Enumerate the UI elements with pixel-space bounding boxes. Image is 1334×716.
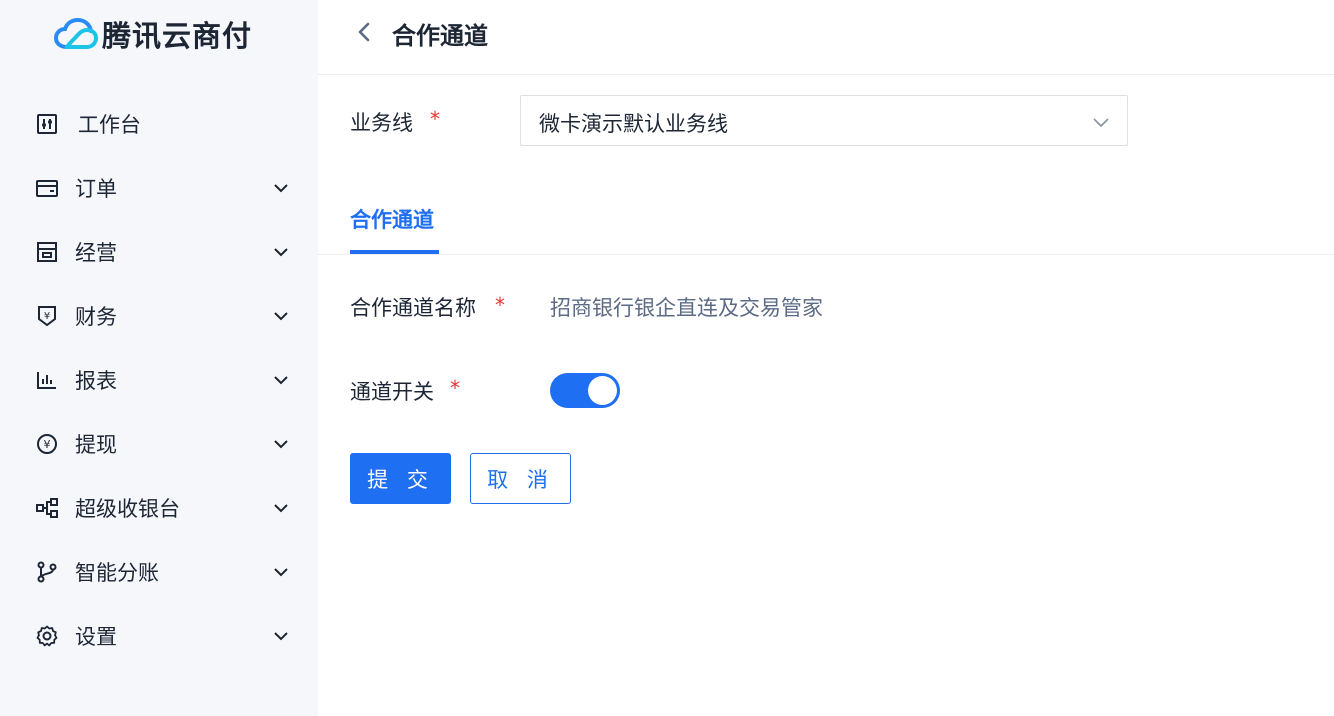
sidebar-item-operations[interactable]: 经营: [0, 228, 318, 276]
yuan-shield-icon: ¥: [36, 305, 58, 327]
sidebar-item-label: 工作台: [78, 113, 141, 137]
chevron-down-icon: [274, 312, 288, 321]
required-mark: *: [495, 293, 505, 317]
required-mark: *: [430, 107, 440, 131]
main-content: 合作通道 业务线 * 微卡演示默认业务线 合作通道 合作通道名称 * 招商银行银…: [318, 0, 1334, 716]
git-branch-icon: [36, 561, 58, 583]
node-graph-icon: [36, 497, 58, 519]
sidebar-item-label: 报表: [75, 369, 117, 393]
chevron-down-icon: [274, 184, 288, 193]
brand-logo[interactable]: 腾讯云商付: [54, 14, 252, 54]
channel-name-value: 招商银行银企直连及交易管家: [550, 296, 823, 320]
sidebar-item-label: 提现: [75, 433, 117, 457]
store-icon: [36, 241, 58, 263]
submit-button[interactable]: 提 交: [350, 453, 451, 504]
chevron-down-icon: [274, 376, 288, 385]
chevron-down-icon: [274, 504, 288, 513]
tab-bar: 合作通道: [318, 190, 1334, 255]
sidebar: 腾讯云商付 工作台 订单 经营 ¥ 财务 报表 ¥ 提现 超级收银台 智能分账 …: [0, 0, 318, 716]
sidebar-item-label: 经营: [75, 241, 117, 265]
sidebar-item-reports[interactable]: 报表: [0, 356, 318, 404]
tab-partner-channel[interactable]: 合作通道: [350, 204, 434, 234]
channel-switch-label: 通道开关: [350, 380, 434, 404]
chevron-down-icon: [274, 440, 288, 449]
svg-text:¥: ¥: [44, 438, 51, 451]
chevron-left-icon[interactable]: [352, 19, 378, 45]
sidebar-item-label: 设置: [75, 625, 117, 649]
cancel-button[interactable]: 取 消: [470, 453, 571, 504]
dashboard-icon: [36, 113, 58, 135]
business-line-label: 业务线: [350, 111, 413, 135]
tab-active-indicator: [350, 250, 439, 254]
sidebar-item-label: 财务: [75, 305, 117, 329]
sidebar-item-label: 智能分账: [75, 561, 159, 585]
brand-name: 腾讯云商付: [102, 19, 253, 53]
cloud-logo-icon: [54, 17, 98, 49]
sidebar-item-finance[interactable]: ¥ 财务: [0, 292, 318, 340]
required-mark: *: [450, 376, 460, 400]
page-header: 合作通道: [318, 0, 1334, 75]
sidebar-item-withdraw[interactable]: ¥ 提现: [0, 420, 318, 468]
wallet-card-icon: [36, 177, 58, 199]
svg-text:¥: ¥: [44, 311, 50, 322]
sidebar-item-orders[interactable]: 订单: [0, 164, 318, 212]
sidebar-item-label: 超级收银台: [75, 497, 180, 521]
yuan-circle-icon: ¥: [36, 433, 58, 455]
bar-chart-icon: [36, 369, 58, 391]
chevron-down-icon: [274, 632, 288, 641]
gear-icon: [36, 625, 58, 647]
sidebar-item-settings[interactable]: 设置: [0, 612, 318, 660]
sidebar-item-super-cashier[interactable]: 超级收银台: [0, 484, 318, 532]
page-title: 合作通道: [392, 22, 488, 50]
chevron-down-icon: [274, 248, 288, 257]
business-line-select[interactable]: 微卡演示默认业务线: [520, 95, 1128, 146]
sidebar-item-label: 订单: [75, 177, 117, 201]
chevron-down-icon: [1093, 118, 1109, 128]
channel-name-label: 合作通道名称: [350, 296, 476, 320]
sidebar-item-dashboard[interactable]: 工作台: [0, 100, 318, 148]
switch-knob: [588, 376, 617, 405]
chevron-down-icon: [274, 568, 288, 577]
channel-switch-toggle[interactable]: [550, 373, 620, 408]
business-line-value: 微卡演示默认业务线: [539, 112, 728, 136]
sidebar-item-smart-split[interactable]: 智能分账: [0, 548, 318, 596]
